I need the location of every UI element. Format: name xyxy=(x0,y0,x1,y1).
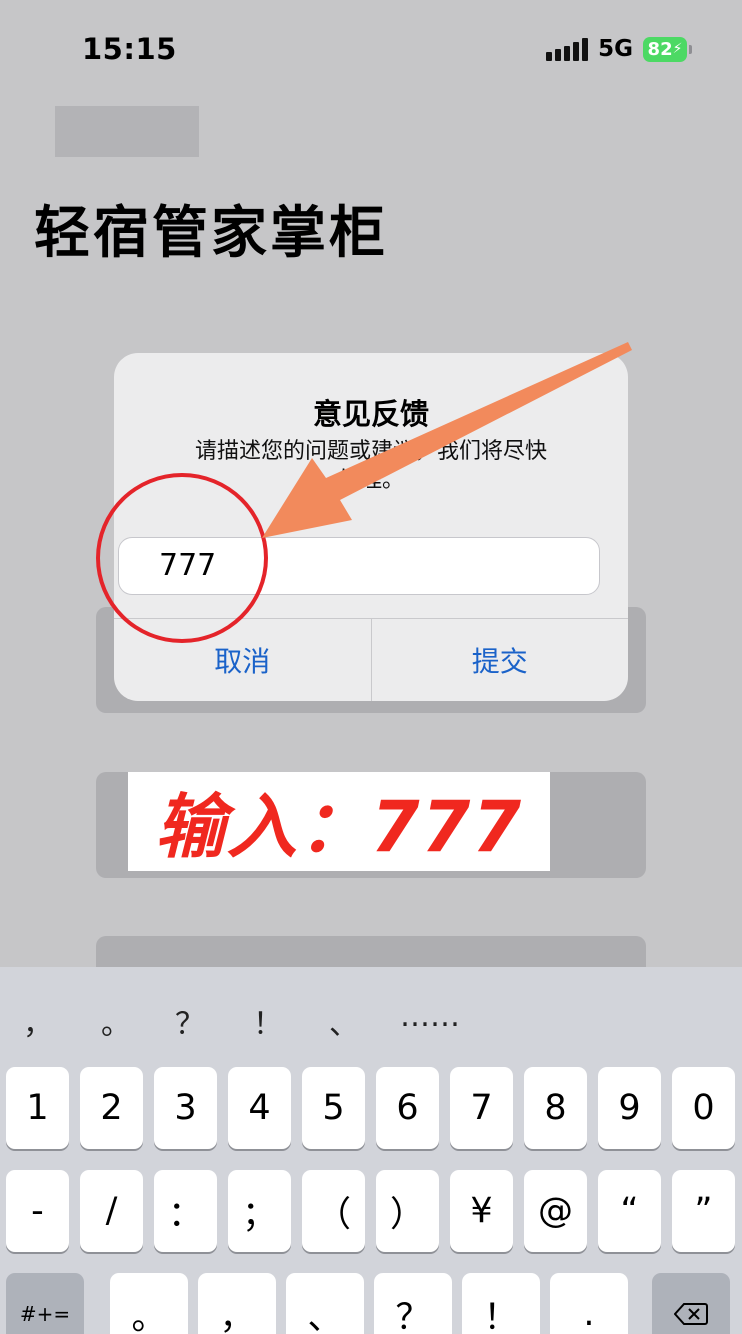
key[interactable]: 4 xyxy=(228,1067,291,1149)
key[interactable]: ， xyxy=(198,1273,276,1334)
pointer-arrow-icon xyxy=(262,342,632,538)
submit-button[interactable]: 提交 xyxy=(370,619,629,701)
key[interactable]: ： xyxy=(154,1170,217,1252)
keyboard: ， 。 ？ ！ 、 …… 1 2 3 4 5 6 7 8 9 0 - / ： ；… xyxy=(0,967,742,1334)
key[interactable]: @ xyxy=(524,1170,587,1252)
key[interactable]: - xyxy=(6,1170,69,1252)
key[interactable]: 1 xyxy=(6,1067,69,1149)
suggestion-key[interactable]: ， xyxy=(23,999,53,1043)
key[interactable]: ” xyxy=(672,1170,735,1252)
key[interactable]: 0 xyxy=(672,1067,735,1149)
key[interactable]: 8 xyxy=(524,1067,587,1149)
backspace-icon xyxy=(674,1303,708,1325)
key[interactable]: 、 xyxy=(286,1273,364,1334)
key[interactable]: 3 xyxy=(154,1067,217,1149)
key[interactable]: （ xyxy=(302,1170,365,1252)
key[interactable]: ） xyxy=(376,1170,439,1252)
key[interactable]: ； xyxy=(228,1170,291,1252)
suggestion-key[interactable]: ！ xyxy=(253,999,283,1043)
key[interactable]: 。 xyxy=(110,1273,188,1334)
suggestion-key[interactable]: ？ xyxy=(175,999,205,1043)
key[interactable]: 6 xyxy=(376,1067,439,1149)
symbols-mode-key[interactable]: #+= xyxy=(6,1273,84,1334)
key[interactable]: “ xyxy=(598,1170,661,1252)
key[interactable]: ？ xyxy=(374,1273,452,1334)
key[interactable]: ¥ xyxy=(450,1170,513,1252)
key[interactable]: 5 xyxy=(302,1067,365,1149)
suggestion-key[interactable]: 、 xyxy=(329,999,359,1043)
key[interactable]: 2 xyxy=(80,1067,143,1149)
key[interactable]: 9 xyxy=(598,1067,661,1149)
suggestion-key[interactable]: …… xyxy=(400,999,460,1034)
key[interactable]: . xyxy=(550,1273,628,1334)
suggestion-bar: ， 。 ？ ！ 、 …… xyxy=(0,999,742,1043)
key[interactable]: 7 xyxy=(450,1067,513,1149)
delete-key[interactable] xyxy=(652,1273,730,1334)
key[interactable]: ！ xyxy=(462,1273,540,1334)
suggestion-key[interactable]: 。 xyxy=(101,999,131,1043)
key[interactable]: / xyxy=(80,1170,143,1252)
instruction-banner: 输入：777 xyxy=(128,772,550,871)
